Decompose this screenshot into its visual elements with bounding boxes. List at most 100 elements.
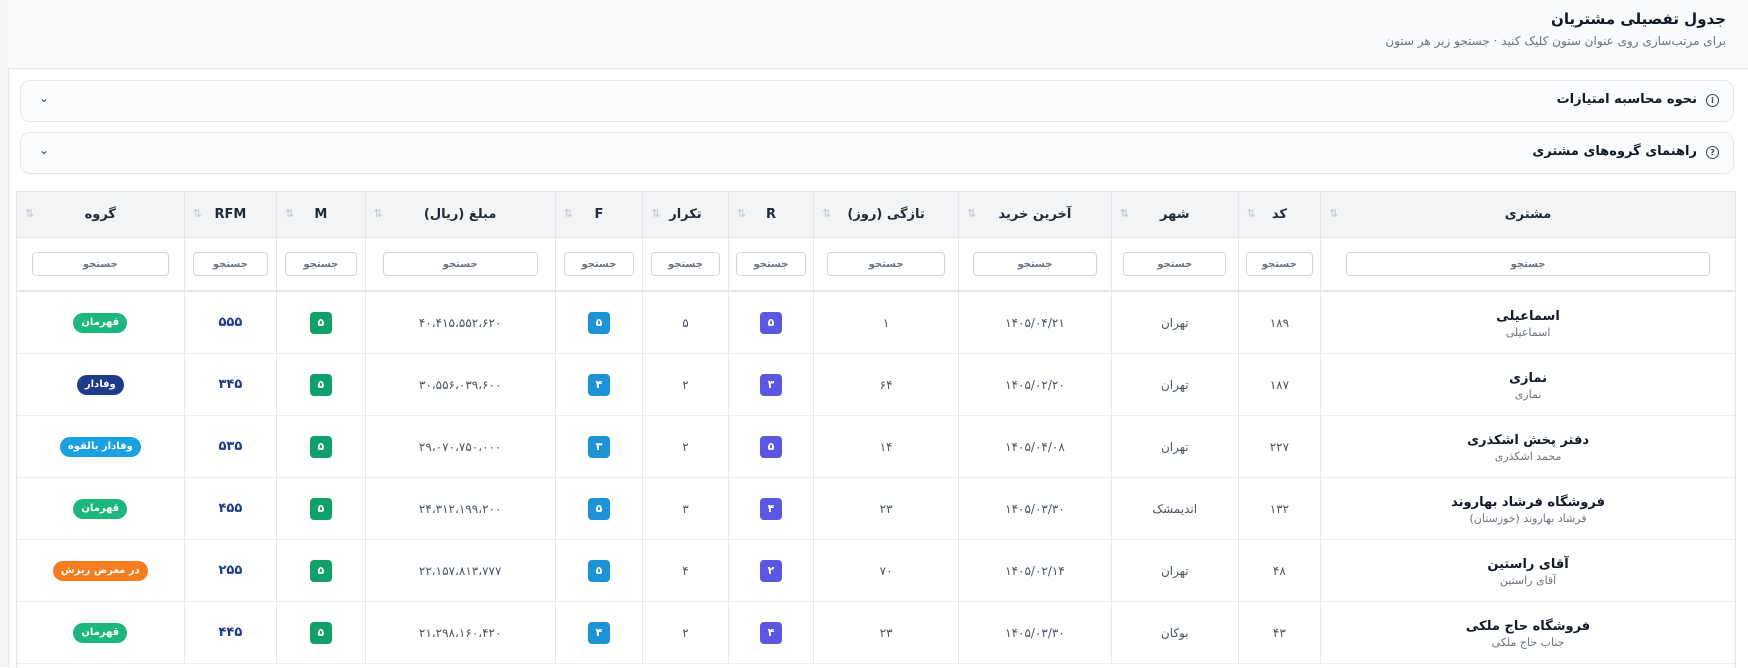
table-row[interactable]: فروشگاه فرشاد بهاروند فرشاد بهاروند (خوزس… <box>17 477 1735 540</box>
column-header-10[interactable]: RFM ⇅ <box>183 192 277 238</box>
cell-amount: ۲۴،۳۱۲،۱۹۹،۲۰۰ <box>364 477 556 540</box>
cell-code: ۱۸۹ <box>1237 291 1321 354</box>
customer-contact: اسماعیلی <box>1505 325 1551 339</box>
cell-city: تهران <box>1110 291 1239 354</box>
column-search-input[interactable]: جستجو <box>563 252 635 276</box>
cell-rfm: ۵۳۵ <box>183 415 277 478</box>
cell-f: ۴ <box>554 601 643 664</box>
cell-f: ۵ <box>554 291 643 354</box>
chevron-down-icon[interactable]: ⌄ <box>39 91 49 105</box>
cell-last-purchase: ۱۴۰۵/۰۲/۱۴ <box>958 539 1112 602</box>
cell-r: ۴ <box>727 477 814 540</box>
f-score-badge: ۵ <box>587 559 610 582</box>
column-header-6[interactable]: تکرار ⇅ <box>642 192 729 238</box>
column-search-input[interactable]: جستجو <box>1345 252 1711 276</box>
table-row[interactable]: آقای راستین آقای راستین ۴۸ تهران ۱۴۰۵/۰۲/۱۴ ۷… <box>17 539 1735 602</box>
column-header-label: R <box>765 207 776 222</box>
accordion-score-calculation[interactable]: i نحوه محاسبه امتیازات ⌄ <box>20 80 1734 122</box>
r-score-badge: ۵ <box>759 435 782 458</box>
cell-r: ۲ <box>727 539 814 602</box>
sort-icon[interactable]: ⇅ <box>564 207 573 220</box>
sort-icon[interactable]: ⇅ <box>737 207 746 220</box>
column-header-9[interactable]: M ⇅ <box>276 192 366 238</box>
customer-contact: نمازی <box>1514 387 1542 401</box>
sort-icon[interactable]: ⇅ <box>1120 207 1129 220</box>
column-search-input[interactable]: جستجو <box>285 252 357 276</box>
column-header-label: مشتری <box>1504 207 1552 222</box>
m-score-badge: ۵ <box>309 373 332 396</box>
customer-code: ۲۲۷ <box>1269 439 1290 454</box>
sort-icon[interactable]: ⇅ <box>651 207 660 220</box>
customer-city: تهران <box>1160 377 1189 392</box>
rfm-score: ۴۴۵ <box>218 625 243 640</box>
accordion-customer-groups-guide[interactable]: ? راهنمای گروه‌های مشتری ⌄ <box>20 132 1734 174</box>
customer-name: آقای راستین <box>1487 556 1569 572</box>
column-header-0[interactable]: مشتری ⇅ <box>1320 192 1735 238</box>
help-icon: ? <box>1706 146 1719 159</box>
recency-days: ۷۰ <box>879 563 893 578</box>
f-score-badge: ۵ <box>587 497 610 520</box>
table-row[interactable]: فروشگاه حاج ملکی جناب حاج ملکی ۴۳ بوکان ۱۴۰۵… <box>17 601 1735 664</box>
column-header-11[interactable]: گروه ⇅ <box>17 192 185 238</box>
column-search-input[interactable]: جستجو <box>192 252 268 276</box>
m-score-badge: ۵ <box>309 311 332 334</box>
sort-icon[interactable]: ⇅ <box>1247 207 1256 220</box>
customer-code: ۴۸ <box>1272 563 1286 578</box>
column-search-input[interactable]: جستجو <box>972 252 1098 276</box>
sort-icon[interactable]: ⇅ <box>25 207 34 220</box>
cell-group: قهرمان <box>17 291 185 354</box>
cell-f: ۵ <box>554 477 643 540</box>
group-badge: قهرمان <box>73 622 128 643</box>
cell-m: ۵ <box>276 291 366 354</box>
column-search-input[interactable]: جستجو <box>736 252 806 276</box>
cell-last-purchase: ۱۴۰۵/۰۴/۲۱ <box>958 291 1112 354</box>
column-search-input[interactable]: جستجو <box>650 252 721 276</box>
customer-name: دفتر پخش اشکذری <box>1467 432 1590 448</box>
r-score-badge: ۳ <box>759 373 782 396</box>
sort-icon[interactable]: ⇅ <box>193 207 202 220</box>
column-header-label: تازگی (روز) <box>847 207 925 222</box>
rfm-score: ۵۵۵ <box>218 315 243 330</box>
sort-icon[interactable]: ⇅ <box>374 207 383 220</box>
f-score-badge: ۵ <box>587 311 610 334</box>
column-search-input[interactable]: جستجو <box>382 252 538 276</box>
column-header-3[interactable]: آخرین خرید ⇅ <box>958 192 1112 238</box>
amount-rial: ۳۰،۵۵۶،۰۳۹،۶۰۰ <box>418 377 502 392</box>
cell-m: ۵ <box>276 539 366 602</box>
customer-contact: آقای راستین <box>1499 573 1557 587</box>
r-score-badge: ۴ <box>759 621 782 644</box>
cell-frequency: ۳ <box>642 477 729 540</box>
column-header-7[interactable]: F ⇅ <box>554 192 643 238</box>
chevron-down-icon[interactable]: ⌄ <box>39 143 49 157</box>
cell-customer: فروشگاه حاج ملکی جناب حاج ملکی <box>1320 601 1735 664</box>
column-search-input[interactable]: جستجو <box>1245 252 1313 276</box>
frequency: ۵ <box>682 315 689 330</box>
column-search-input[interactable]: جستجو <box>1123 252 1227 276</box>
column-search-input[interactable]: جستجو <box>827 252 946 276</box>
table-row[interactable]: دفتر پخش اشکذری محمد اشکذری ۲۲۷ تهران ۱۴۰۵/۰… <box>17 415 1735 478</box>
table-row[interactable]: نمازی نمازی ۱۸۷ تهران ۱۴۰۵/۰۲/۲۰ ۶۴ ۳ ۲ ۴ ۳۰،۵۵۶،… <box>17 353 1735 416</box>
column-search-input[interactable]: جستجو <box>32 252 169 276</box>
frequency: ۲ <box>682 625 689 640</box>
sort-icon[interactable]: ⇅ <box>285 207 294 220</box>
cell-recency: ۱ <box>813 291 959 354</box>
column-header-5[interactable]: R ⇅ <box>727 192 814 238</box>
column-header-1[interactable]: کد ⇅ <box>1237 192 1321 238</box>
cell-rfm: ۴۴۵ <box>183 601 277 664</box>
recency-days: ۶۴ <box>879 377 893 392</box>
cell-amount: ۲۹،۰۷۰،۷۵۰،۰۰۰ <box>364 415 556 478</box>
column-header-2[interactable]: شهر ⇅ <box>1110 192 1239 238</box>
group-badge: در معرض ریزش <box>52 560 148 581</box>
sort-icon[interactable]: ⇅ <box>1329 207 1338 220</box>
column-header-label: تکرار <box>669 207 702 222</box>
sort-icon[interactable]: ⇅ <box>822 207 831 220</box>
column-header-label: شهر <box>1160 207 1190 222</box>
column-header-4[interactable]: تازگی (روز) ⇅ <box>813 192 959 238</box>
sort-icon[interactable]: ⇅ <box>967 207 976 220</box>
column-header-label: کد <box>1271 207 1287 222</box>
cell-code: ۴۳ <box>1237 601 1321 664</box>
column-header-8[interactable]: مبلغ (ریال) ⇅ <box>364 192 556 238</box>
table-row[interactable]: اسماعیلی اسماعیلی ۱۸۹ تهران ۱۴۰۵/۰۴/۲۱ ۱ ۵ ۵ ۵ ۴۰… <box>17 291 1735 354</box>
cell-rfm: ۳۴۵ <box>183 353 277 416</box>
customer-code: ۱۸۹ <box>1269 315 1290 330</box>
